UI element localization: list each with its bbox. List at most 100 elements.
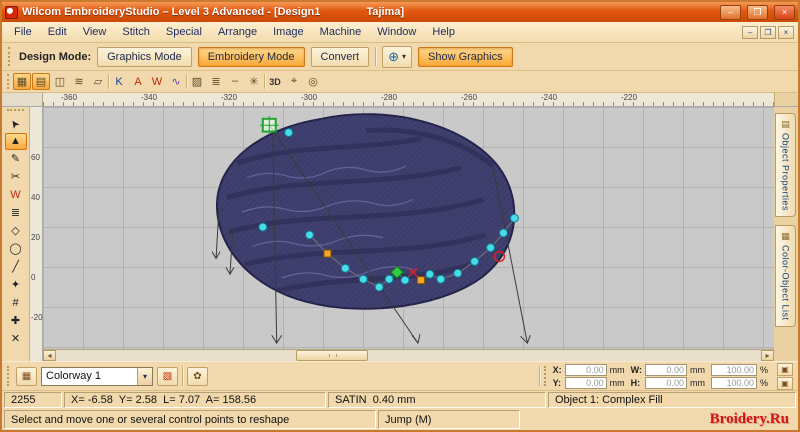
toolbar-grip[interactable] [7,366,10,386]
ruler-label: -340 [141,93,158,102]
height-field[interactable] [644,376,687,389]
show-graphics-button[interactable]: Show Graphics [418,46,513,67]
horizontal-scrollbar[interactable]: ◂ ▸ [43,349,774,361]
motif-icon[interactable]: ✳ [245,73,263,90]
canvas-overlay [197,107,535,345]
lettering-tool[interactable]: W [5,187,27,204]
menu-item-window[interactable]: Window [369,24,424,40]
child-restore-button[interactable]: ❐ [760,25,776,39]
palette-grip[interactable] [7,109,24,112]
ellipse-tool[interactable]: ◯ [5,241,27,258]
ruler-label: -260 [461,93,478,102]
menu-item-file[interactable]: File [6,24,40,40]
menu-item-special[interactable]: Special [158,24,210,40]
menu-item-edit[interactable]: Edit [40,24,75,40]
ruler-label: 20 [31,233,40,242]
select-tool[interactable]: ➤ [5,115,27,132]
chevron-down-icon[interactable]: ▾ [137,367,152,385]
grid-tool[interactable]: # [5,295,27,312]
toolbar-separator [186,74,187,89]
lettering-icon[interactable]: W [148,73,166,90]
toolbar-grip[interactable] [543,366,547,386]
embroidery-object[interactable] [197,107,535,325]
add-node-tool[interactable]: ✚ [5,313,27,330]
reshape-tool[interactable]: ▲ [4,133,27,150]
tab-object-properties[interactable]: ▤ Object Properties [775,113,796,218]
embroidery-mode-button[interactable]: Embroidery Mode [197,46,305,67]
convert-button[interactable]: Convert [310,46,370,67]
x-position-field[interactable] [564,363,607,376]
3d-view-button[interactable]: 3D [266,73,284,90]
show-hoop-icon[interactable]: ◫ [51,73,69,90]
menu-item-stitch[interactable]: Stitch [114,24,158,40]
watermark: Broidery.Ru [709,411,789,427]
satin-stitch-icon[interactable]: ≣ [207,73,225,90]
app-icon [5,5,18,19]
ruler-label: 40 [31,193,40,202]
menu-item-arrange[interactable]: Arrange [210,24,265,40]
width-field[interactable] [644,363,687,376]
maximize-button[interactable]: ❐ [747,4,768,20]
close-button[interactable]: × [774,4,795,20]
menu-item-machine[interactable]: Machine [312,24,370,40]
dropdown-arrow-icon: ▾ [401,52,406,61]
delete-node-tool[interactable]: ✕ [5,331,27,348]
scale-lock-button[interactable]: ▣ [777,362,793,376]
toolbar-grip[interactable] [8,47,11,66]
object-info: Object 1: Complex Fill [548,392,796,408]
measure-icon[interactable]: ⌖ [285,73,303,90]
pencil-tool[interactable]: ✎ [5,151,27,168]
scale-y-field[interactable] [710,376,757,389]
machine-format-button[interactable]: ⊕ ▾ [382,45,412,68]
auto-digitize-icon[interactable]: A [129,73,147,90]
scroll-right-arrow[interactable]: ▸ [761,350,774,361]
menu-item-view[interactable]: View [75,24,115,40]
design-canvas[interactable]: ◂ ▸ [43,107,774,361]
edit-colorway-button[interactable]: ▧ [157,366,178,386]
wave-effect-icon[interactable]: ∿ [167,73,185,90]
vertical-ruler: 60 40 20 0 -20 [30,107,43,361]
zoom-icon[interactable]: ◎ [304,73,322,90]
child-minimize-button[interactable]: – [742,25,758,39]
h-unit: mm [689,377,705,388]
colorway-select[interactable]: Colorway 1 ▾ [41,366,153,386]
toolbar-grip[interactable] [7,74,10,89]
kiosk-icon[interactable]: K [110,73,128,90]
fill-stitch-icon[interactable]: ▨ [188,73,206,90]
show-stitches-icon[interactable]: ≋ [70,73,88,90]
run-stitch-icon[interactable]: ┄ [226,73,244,90]
show-design-icon[interactable]: ▦ [13,73,31,90]
show-outlines-icon[interactable]: ▱ [89,73,107,90]
ruler-label: -300 [301,93,318,102]
y-position-field[interactable] [564,376,607,389]
graphics-mode-button[interactable]: Graphics Mode [97,46,192,67]
scroll-left-arrow[interactable]: ◂ [43,350,56,361]
show-grid-icon[interactable]: ▤ [32,73,50,90]
stitch-count: 2255 [4,392,62,408]
toolbar-separator [264,74,265,89]
transform-fields: X: mm W: mm % Y: mm H: mm % [553,363,771,389]
menu-bar: File Edit View Stitch Special Arrange Im… [2,22,798,43]
scroll-track[interactable] [56,350,761,361]
line-tool[interactable]: ╱ [5,259,27,276]
stitch-info: SATIN 0.40 mm [328,392,546,408]
minimize-button[interactable]: – [720,4,741,20]
window-title-format: Tajima] [366,6,405,18]
menu-item-image[interactable]: Image [265,24,312,40]
scale-x-field[interactable] [710,363,757,376]
child-close-button[interactable]: × [778,25,794,39]
main-area: ➤ ▲ ✎ ✂ W ≣ ◇ ◯ ╱ ✦ # ✚ ✕ 60 40 20 0 -20 [2,107,798,361]
status-bar: 2255 X= -6.58 Y= 2.58 L= 7.07 A= 158.56 … [2,391,798,409]
reshape-handle[interactable] [259,115,279,135]
colorway-bar: ▦ Colorway 1 ▾ ▧ ✿ X: mm W: mm % Y: mm H… [2,361,798,391]
color-wheel-button[interactable]: ✿ [187,366,208,386]
scroll-thumb[interactable] [295,350,368,361]
scale-lock-button[interactable]: ▣ [777,376,793,390]
polygon-tool[interactable]: ◇ [5,223,27,240]
run-tool[interactable]: ≣ [5,205,27,222]
star-tool[interactable]: ✦ [5,277,27,294]
tab-color-object-list[interactable]: ▦ Color-Object List [775,225,796,327]
manage-colorways-button[interactable]: ▦ [16,366,37,386]
knife-tool[interactable]: ✂ [5,169,27,186]
menu-item-help[interactable]: Help [424,24,463,40]
